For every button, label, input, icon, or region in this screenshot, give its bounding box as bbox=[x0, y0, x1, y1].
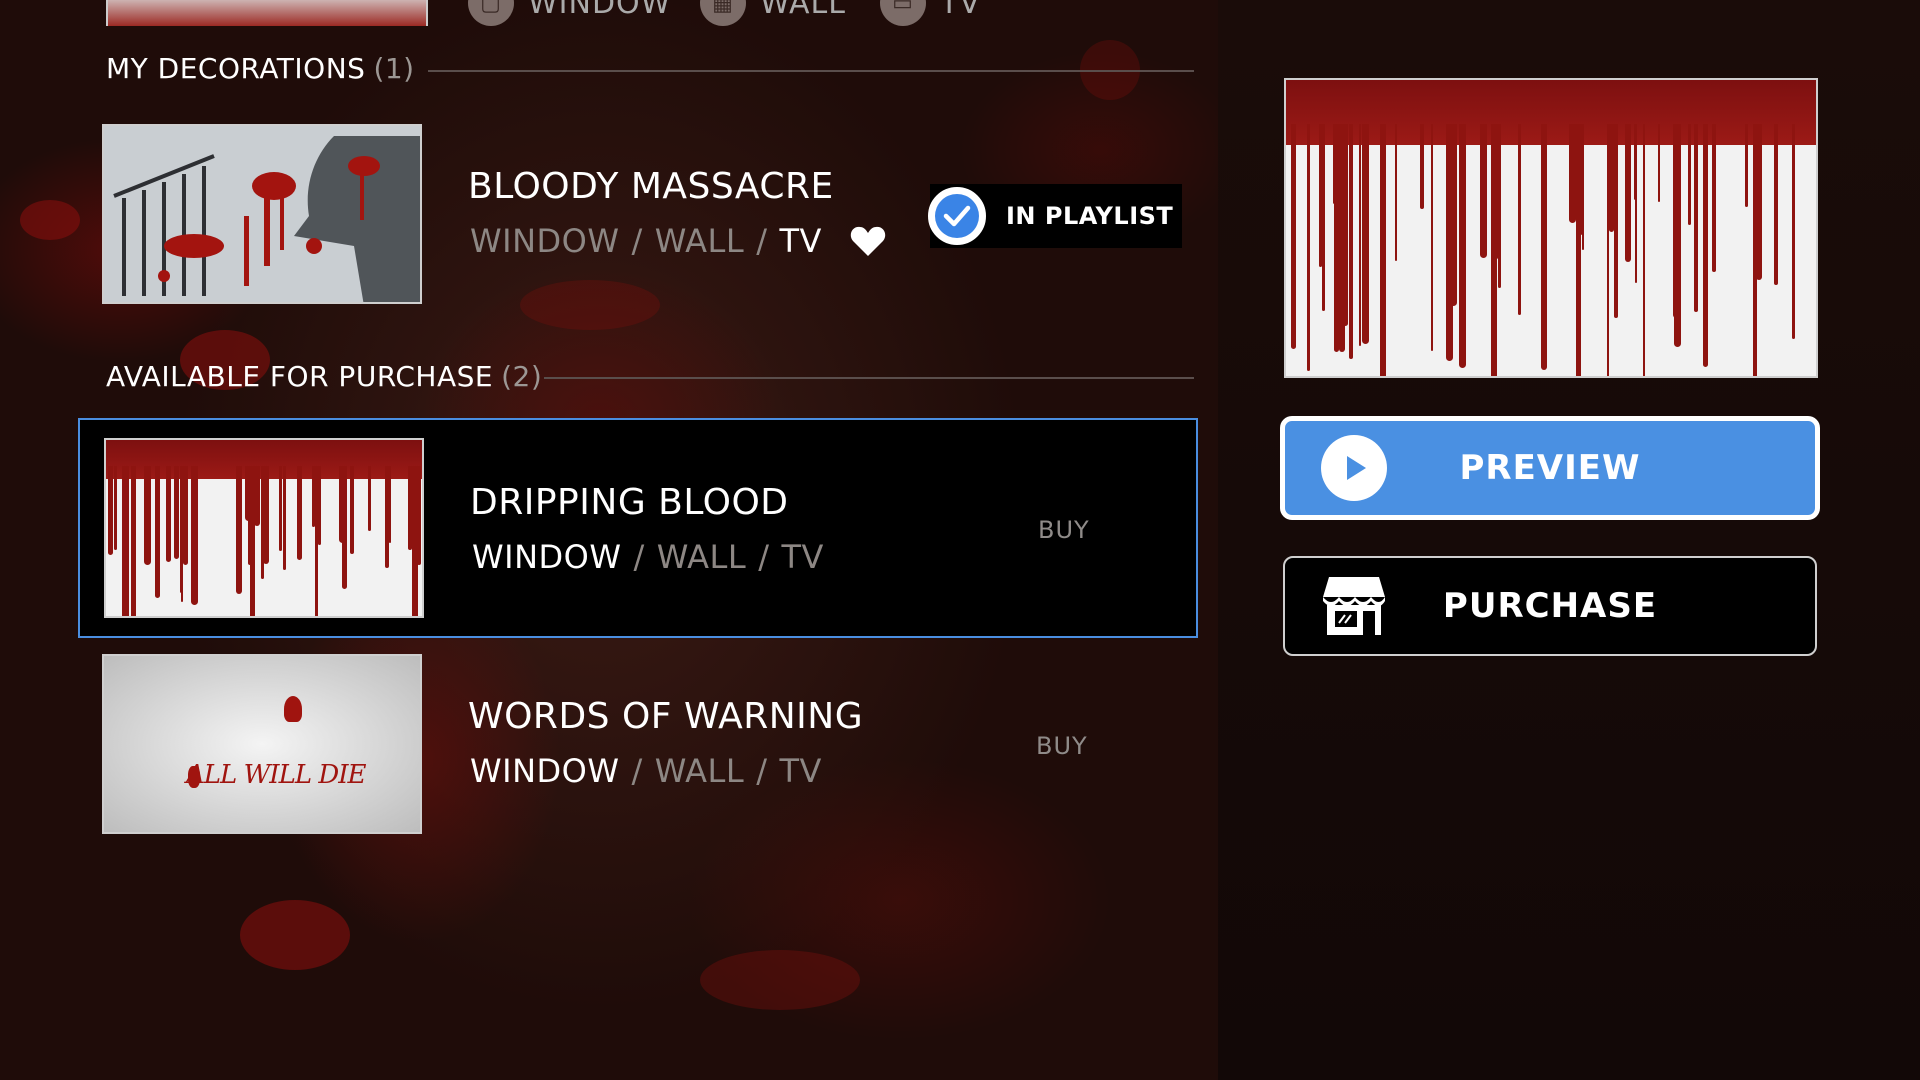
filter-wall[interactable]: ▦ WALL bbox=[700, 0, 846, 26]
blood-splatter bbox=[700, 950, 860, 1010]
handprint bbox=[284, 696, 302, 722]
blood-drip bbox=[1394, 124, 1397, 262]
blood-drip bbox=[1694, 124, 1698, 313]
decoration-title: DRIPPING BLOOD bbox=[470, 482, 789, 523]
decoration-row-dripping-blood[interactable]: DRIPPING BLOOD WINDOW / WALL / TV BUY bbox=[78, 418, 1198, 638]
blood-drip bbox=[1744, 124, 1749, 208]
decoration-types: WINDOW / WALL / TV bbox=[470, 222, 886, 260]
blood-drip bbox=[1359, 124, 1362, 347]
words-of-warning-thumbnail: ALL WILL DIE bbox=[102, 654, 422, 834]
blood-drip bbox=[254, 466, 261, 526]
blood-drip bbox=[108, 466, 114, 555]
blood-drip bbox=[278, 466, 282, 552]
blood-drip bbox=[1290, 124, 1296, 350]
my-decorations-heading: MY DECORATIONS (1) bbox=[106, 52, 415, 85]
blood-drip bbox=[121, 466, 129, 616]
blood-drip bbox=[338, 466, 346, 544]
blood-drip bbox=[1773, 124, 1779, 285]
tv-icon: ▭ bbox=[880, 0, 926, 26]
blood-drip bbox=[318, 466, 322, 545]
buy-button[interactable]: BUY bbox=[1036, 732, 1088, 760]
filter-tv[interactable]: ▭ TV bbox=[880, 0, 981, 26]
filter-window[interactable]: ▢ WINDOW bbox=[468, 0, 671, 26]
blood-drip bbox=[368, 466, 371, 532]
blood-drip bbox=[1613, 124, 1619, 318]
bloody-massacre-art bbox=[104, 126, 420, 302]
top-filter-strip: ▢ WINDOW ▦ WALL ▭ TV bbox=[0, 0, 1218, 26]
blood-drip bbox=[1431, 124, 1434, 351]
blood-drip bbox=[113, 466, 118, 551]
blood-splatter bbox=[20, 200, 80, 240]
blood-drip bbox=[1492, 124, 1497, 376]
blood-drip bbox=[173, 466, 180, 559]
buy-button[interactable]: BUY bbox=[1038, 516, 1090, 544]
blood-drip bbox=[1380, 124, 1386, 376]
blood-drip bbox=[1702, 124, 1709, 368]
section-divider bbox=[544, 377, 1194, 379]
wall-icon: ▦ bbox=[700, 0, 746, 26]
blood-drip bbox=[314, 466, 318, 616]
blood-drip bbox=[1364, 124, 1369, 314]
blood-drip bbox=[1753, 124, 1761, 280]
blood-drip bbox=[1540, 124, 1548, 371]
blood-drip bbox=[1349, 124, 1354, 359]
blood-drip bbox=[1634, 124, 1638, 283]
handprint bbox=[188, 766, 200, 788]
blood-drip bbox=[389, 466, 392, 543]
blood-drip bbox=[412, 466, 419, 616]
blood-drip bbox=[1450, 124, 1457, 307]
previous-thumbnail[interactable] bbox=[106, 0, 428, 26]
blood-drip bbox=[296, 466, 303, 560]
blood-drip bbox=[1480, 124, 1488, 259]
blood-drip bbox=[1335, 124, 1340, 309]
blood-drip bbox=[1643, 124, 1646, 376]
blood-splatter bbox=[240, 900, 350, 970]
decoration-title: BLOODY MASSACRE bbox=[468, 166, 834, 207]
blood-drip bbox=[350, 466, 354, 554]
blood-drip bbox=[283, 466, 286, 571]
blood-drip bbox=[1569, 124, 1576, 224]
blood-drip bbox=[262, 466, 269, 565]
blood-drip bbox=[1306, 124, 1311, 372]
section-divider bbox=[428, 70, 1194, 72]
blood-drip bbox=[1674, 124, 1681, 348]
decoration-types: WINDOW / WALL / TV bbox=[470, 752, 822, 790]
blood-drip bbox=[1517, 124, 1521, 316]
blood-drip bbox=[1688, 124, 1691, 225]
blood-drip bbox=[1420, 124, 1425, 210]
blood-drip bbox=[144, 466, 151, 566]
decoration-title: WORDS OF WARNING bbox=[468, 696, 864, 737]
blood-drip bbox=[1498, 124, 1502, 288]
favorite-heart-icon[interactable] bbox=[850, 225, 886, 257]
blood-drip bbox=[1791, 124, 1795, 340]
preview-button[interactable]: PREVIEW bbox=[1280, 416, 1820, 520]
blood-drip bbox=[165, 466, 171, 563]
blood-drip bbox=[385, 466, 389, 569]
blood-drip bbox=[1625, 124, 1632, 263]
dripping-blood-thumbnail bbox=[104, 438, 424, 618]
blood-drip bbox=[183, 466, 188, 565]
blood-drip bbox=[131, 466, 135, 616]
blood-drip bbox=[1609, 124, 1615, 233]
blood-drip bbox=[1321, 124, 1325, 312]
blood-drip bbox=[191, 466, 198, 605]
blood-drip bbox=[236, 466, 242, 595]
in-playlist-badge[interactable]: IN PLAYLIST bbox=[928, 184, 1182, 248]
blood-drip bbox=[1459, 124, 1466, 368]
blood-drip bbox=[1712, 124, 1717, 273]
blood-drip bbox=[1343, 124, 1349, 327]
available-heading: AVAILABLE FOR PURCHASE (2) bbox=[106, 360, 543, 393]
window-icon: ▢ bbox=[468, 0, 514, 26]
thumbnail-text: ALL WILL DIE bbox=[186, 760, 366, 790]
check-icon bbox=[928, 187, 986, 245]
selected-preview-image bbox=[1284, 78, 1818, 378]
blood-drip bbox=[154, 466, 161, 598]
purchase-button[interactable]: PURCHASE bbox=[1283, 556, 1817, 656]
blood-drip bbox=[1581, 124, 1584, 251]
bloody-massacre-thumbnail bbox=[102, 124, 422, 304]
decoration-row-words-of-warning[interactable]: ALL WILL DIE WORDS OF WARNING WINDOW / W… bbox=[78, 654, 1198, 838]
decoration-types: WINDOW / WALL / TV bbox=[472, 538, 824, 576]
